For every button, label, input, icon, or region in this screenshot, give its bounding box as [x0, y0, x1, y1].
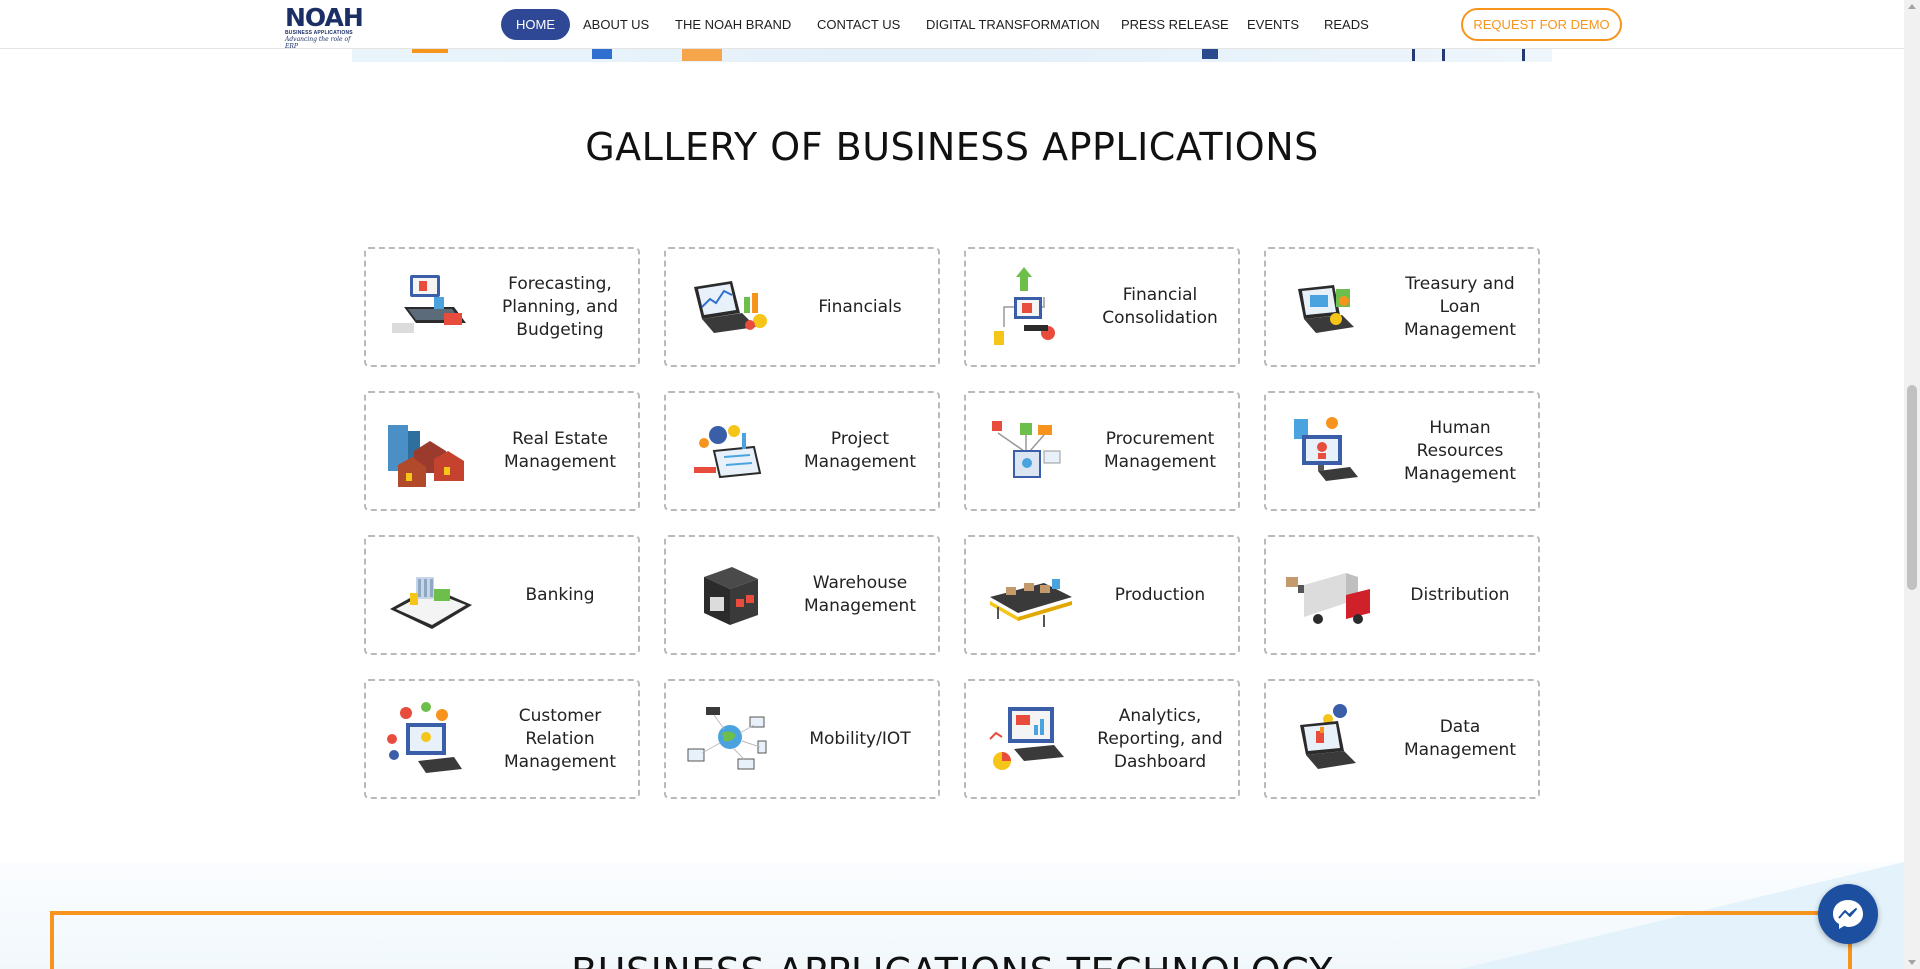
nav-item-home[interactable]: HOME	[501, 9, 570, 40]
app-card-treasury-loan[interactable]: Treasury and Loan Management	[1264, 247, 1540, 367]
scroll-up-arrow-icon[interactable]	[1908, 4, 1916, 9]
nav-item-contact-us[interactable]: CONTACT US	[817, 9, 900, 40]
app-card-label: Production	[1114, 584, 1206, 605]
banner-decoration	[1442, 49, 1445, 61]
distribution-truck-icon	[1286, 573, 1370, 624]
app-card-data-management[interactable]: Data Management	[1264, 679, 1540, 799]
app-card-human-resources[interactable]: Human Resources Management	[1264, 391, 1540, 511]
app-card-procurement[interactable]: Procurement Management	[964, 391, 1240, 511]
banner-decoration	[1202, 49, 1218, 59]
banner-decoration	[1522, 49, 1525, 61]
app-card-banking[interactable]: Banking	[364, 535, 640, 655]
technology-section-title: BUSINESS APPLICATIONS TECHNOLOGY	[0, 950, 1904, 969]
main-nav: HOME ABOUT US THE NOAH BRAND CONTACT US …	[0, 9, 1400, 40]
top-navigation-bar: NOAH BUSINESS APPLICATIONS Advancing the…	[0, 0, 1904, 50]
app-card-label: Mobility/IOT	[809, 728, 911, 749]
app-card-label: Treasury and Loan Management	[1404, 273, 1516, 340]
project-gears-clipboard-icon	[694, 425, 762, 479]
app-card-label: Financial Consolidation	[1102, 285, 1218, 328]
app-card-financials[interactable]: Financials	[664, 247, 940, 367]
hr-monitor-people-icon	[1294, 417, 1358, 481]
app-card-label: Human Resources Management	[1404, 417, 1516, 484]
real-estate-buildings-icon	[388, 425, 464, 487]
app-card-label: Banking	[525, 584, 595, 605]
nav-item-reads[interactable]: READS	[1324, 9, 1369, 40]
data-laptop-gear-icon	[1300, 704, 1356, 769]
consolidation-flow-icon	[994, 267, 1055, 345]
app-card-label: Real Estate Management	[504, 429, 616, 472]
warehouse-building-icon	[704, 567, 758, 625]
messenger-icon	[1823, 889, 1873, 939]
app-card-real-estate[interactable]: Real Estate Management	[364, 391, 640, 511]
banner-decoration	[682, 49, 722, 61]
hero-banner-bottom-edge	[352, 49, 1552, 62]
banner-decoration	[1412, 49, 1415, 61]
treasury-laptop-icon	[1298, 285, 1354, 333]
app-card-financial-consolidation[interactable]: Financial Consolidation	[964, 247, 1240, 367]
app-card-warehouse[interactable]: Warehouse Management	[664, 535, 940, 655]
nav-item-the-noah-brand[interactable]: THE NOAH BRAND	[675, 9, 791, 40]
crm-monitor-icon	[387, 702, 462, 773]
nav-item-digital-transformation[interactable]: DIGITAL TRANSFORMATION	[926, 9, 1100, 40]
app-card-label: Warehouse Management	[804, 573, 916, 616]
app-card-label: Project Management	[804, 429, 916, 472]
app-card-production[interactable]: Production	[964, 535, 1240, 655]
banking-tablet-icon	[390, 577, 472, 629]
nav-item-events[interactable]: EVENTS	[1247, 9, 1299, 40]
nav-item-about-us[interactable]: ABOUT US	[583, 9, 649, 40]
app-card-label: Procurement Management	[1104, 429, 1216, 472]
app-card-label: Analytics, Reporting, and Dashboard	[1097, 705, 1223, 772]
forecasting-laptop-icon	[392, 275, 466, 333]
iot-globe-devices-icon	[687, 707, 767, 770]
gallery-title: GALLERY OF BUSINESS APPLICATIONS	[585, 125, 1319, 169]
messenger-chat-button[interactable]	[1818, 884, 1878, 944]
app-card-forecasting[interactable]: Forecasting, Planning, and Budgeting	[364, 247, 640, 367]
scroll-down-arrow-icon[interactable]	[1908, 960, 1916, 965]
app-card-label: Financials	[818, 296, 902, 317]
page-scrollbar[interactable]	[1904, 0, 1920, 969]
app-card-analytics[interactable]: Analytics, Reporting, and Dashboard	[964, 679, 1240, 799]
financials-laptop-chart-icon	[694, 281, 767, 333]
app-card-label: Customer Relation Management	[504, 705, 616, 772]
app-card-mobility-iot[interactable]: Mobility/IOT	[664, 679, 940, 799]
app-card-label: Distribution	[1410, 584, 1510, 605]
app-card-distribution[interactable]: Distribution	[1264, 535, 1540, 655]
app-card-label: Forecasting, Planning, and Budgeting	[501, 273, 619, 340]
analytics-monitor-icon	[989, 707, 1064, 770]
app-card-label: Data Management	[1404, 717, 1516, 760]
banner-decoration	[412, 49, 448, 53]
scrollbar-thumb[interactable]	[1907, 385, 1917, 590]
banner-decoration	[592, 49, 612, 59]
request-demo-button[interactable]: REQUEST FOR DEMO	[1461, 8, 1622, 41]
app-card-customer-relation[interactable]: Customer Relation Management	[364, 679, 640, 799]
nav-item-press-release[interactable]: PRESS RELEASE	[1121, 9, 1229, 40]
procurement-network-icon	[992, 421, 1061, 478]
app-card-project-management[interactable]: Project Management	[664, 391, 940, 511]
production-conveyor-icon	[990, 579, 1072, 627]
